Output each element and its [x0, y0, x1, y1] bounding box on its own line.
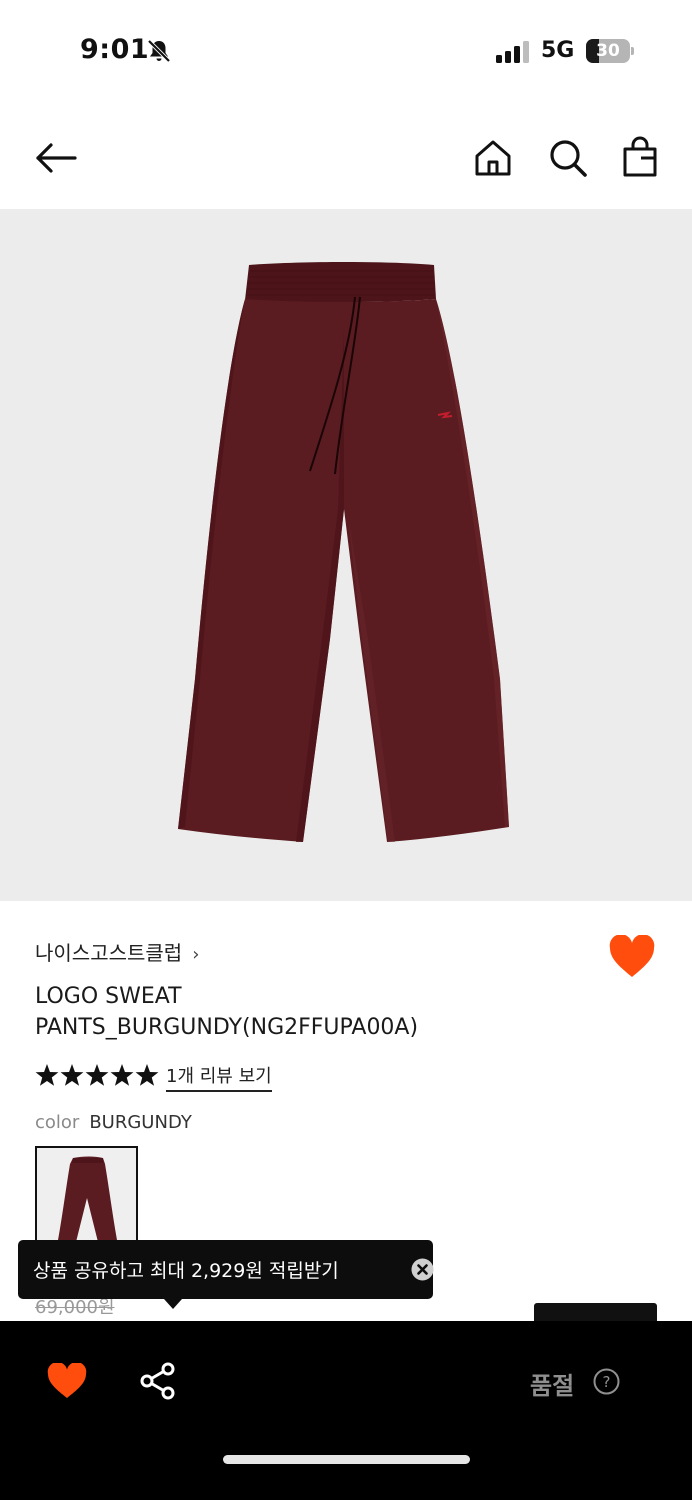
star-icon — [35, 1064, 59, 1086]
color-value: BURGUNDY — [89, 1112, 192, 1133]
status-bar: 9:01 5G 30 — [0, 0, 692, 100]
heart-icon[interactable] — [47, 1363, 87, 1399]
star-icon — [85, 1064, 109, 1086]
bottom-action-bar: 품절 ? — [0, 1321, 692, 1500]
battery-percent: 30 — [596, 41, 620, 61]
star-icon — [110, 1064, 134, 1086]
brand-link[interactable]: 나이스고스트클럽 › — [35, 937, 199, 966]
chevron-right-icon: › — [192, 944, 200, 965]
sold-out-label: 품절 — [530, 1372, 575, 1400]
battery-indicator: 30 — [586, 39, 634, 63]
wishlist-heart-icon[interactable] — [608, 935, 656, 979]
tooltip-arrow — [164, 1299, 182, 1309]
close-circle-icon[interactable] — [411, 1258, 434, 1281]
share-icon[interactable] — [139, 1362, 177, 1400]
question-circle-icon[interactable]: ? — [593, 1368, 620, 1395]
home-icon[interactable] — [471, 136, 515, 180]
review-link[interactable]: 1개 리뷰 보기 — [166, 1062, 272, 1092]
home-indicator[interactable] — [223, 1455, 470, 1464]
bell-muted-icon — [147, 39, 171, 63]
product-photo-pants — [178, 262, 509, 842]
product-image[interactable] — [0, 209, 692, 901]
search-icon[interactable] — [546, 136, 590, 180]
network-type: 5G — [541, 38, 575, 63]
swatch-thumbnail — [58, 1156, 117, 1242]
brand-name: 나이스고스트클럽 — [35, 941, 183, 965]
product-title: LOGO SWEAT PANTS_BURGUNDY(NG2FFUPA00A) — [35, 981, 595, 1043]
star-icon — [135, 1064, 159, 1086]
svg-text:?: ? — [603, 1373, 611, 1391]
tooltip-text: 상품 공유하고 최대 2,929원 적립받기 — [33, 1260, 339, 1282]
share-reward-tooltip: 상품 공유하고 최대 2,929원 적립받기 — [18, 1240, 434, 1309]
status-time: 9:01 — [80, 34, 150, 65]
cellular-signal-icon — [496, 41, 529, 63]
shopping-bag-icon[interactable] — [619, 136, 663, 180]
product-title-line1: LOGO SWEAT — [35, 984, 182, 1009]
arrow-left-icon[interactable] — [34, 136, 78, 180]
color-swatch-burgundy[interactable] — [35, 1146, 138, 1246]
battery-tip — [631, 47, 634, 55]
color-row: color BURGUNDY — [35, 1112, 192, 1133]
rating-stars — [35, 1064, 159, 1086]
battery-body: 30 — [586, 39, 630, 63]
color-label: color — [35, 1112, 80, 1133]
product-title-line2: PANTS_BURGUNDY(NG2FFUPA00A) — [35, 1015, 419, 1040]
star-icon — [60, 1064, 84, 1086]
top-nav-bar — [0, 118, 692, 198]
